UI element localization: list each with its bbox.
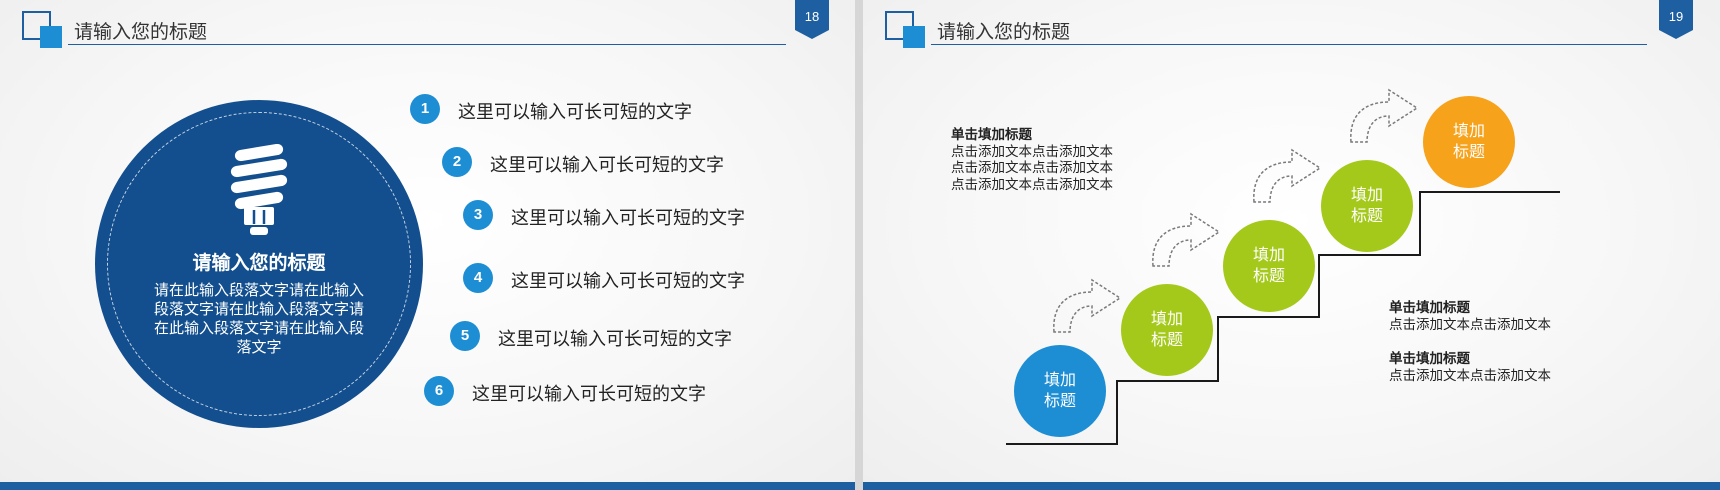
title-underline [68,44,786,45]
slide-19: 请输入您的标题 19 单击填加标题 点击添加文本点击添加文本 点击添加文本点击添… [863,0,1720,490]
footer-bar [863,482,1720,490]
step-circle-4: 填加标题 [1321,160,1413,252]
step-label: 填加标题 [1350,187,1383,225]
list-item-text: 这里可以输入可长可短的文字 [472,384,706,404]
circle-heading: 请输入您的标题 [192,253,326,274]
step-circle-3: 填加标题 [1223,220,1315,312]
step-label: 填加标题 [1452,123,1485,161]
slide-title: 请输入您的标题 [74,22,208,43]
list-number-badge: 2 [442,147,472,177]
step-circle-1: 填加标题 [1014,345,1106,437]
list-item-text: 这里可以输入可长可短的文字 [498,329,732,349]
lightbulb-icon [230,144,288,235]
footer-bar [0,482,855,490]
page-number: 18 [804,9,820,24]
circle-body-text: 请在此输入段落文字请在此输入段落文字请在此输入段落文字请在此输入段落文字请在此输… [153,282,364,356]
feature-circle: 请输入您的标题 请在此输入段落文字请在此输入段落文字请在此输入段落文字请在此输入… [95,100,423,428]
page-number-badge: 18 [795,0,829,40]
list-number-badge: 4 [463,263,493,293]
list-number-badge: 3 [463,200,493,230]
list-number-badge: 1 [410,94,440,124]
list-item-text: 这里可以输入可长可短的文字 [458,102,692,122]
dashed-arrow-icon [1152,212,1221,267]
step-circle-2: 填加标题 [1121,284,1213,376]
list-item-text: 这里可以输入可长可短的文字 [490,155,724,175]
list-number-badge: 5 [450,321,480,351]
step-label: 填加标题 [1252,247,1285,285]
step-label: 填加标题 [1150,311,1183,349]
list-number-badge: 6 [424,376,454,406]
step-label: 填加标题 [1043,372,1076,410]
list-item-text: 这里可以输入可长可短的文字 [511,271,745,291]
list-item-text: 这里可以输入可长可短的文字 [511,208,745,228]
dashed-arrow-icon [1253,148,1322,203]
step-circle-5: 填加标题 [1423,96,1515,188]
dashed-arrow-icon [1053,278,1122,333]
slide-18: 请输入您的标题 18 请输入您的标题 请在此输入段落文字请在此输入段落文字请在此… [0,0,855,490]
dashed-arrow-icon [1350,88,1419,143]
title-decoration-square-filled [40,26,62,48]
